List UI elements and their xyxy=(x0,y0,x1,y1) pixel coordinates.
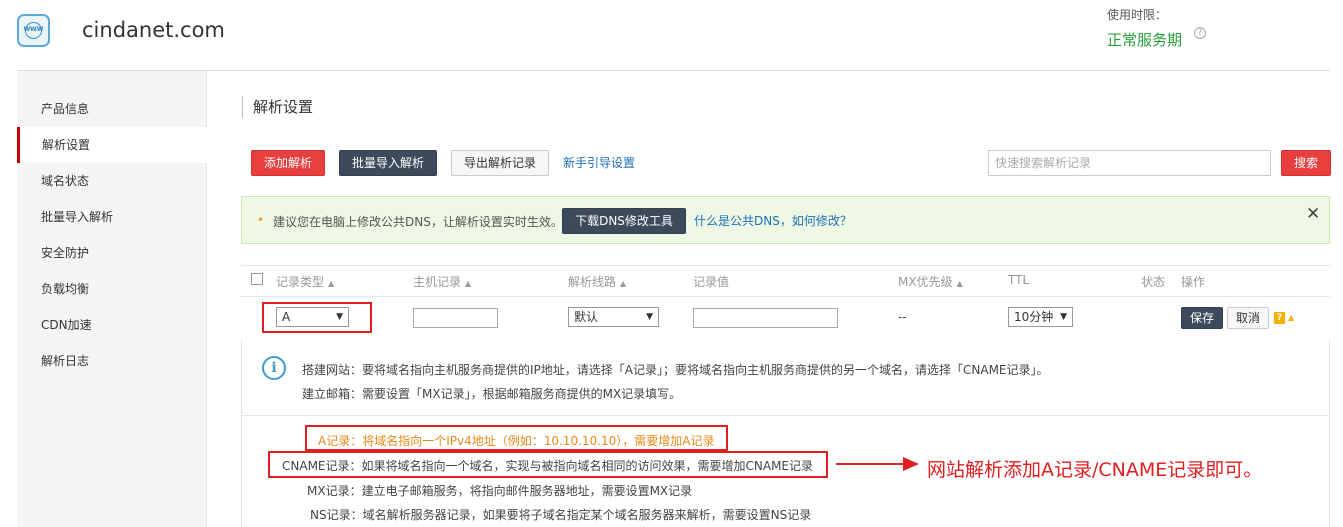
notice-text: 建议您在电脑上修改公共DNS，让解析设置实时生效。 xyxy=(273,215,563,229)
sidebar-item-domain-status[interactable]: 域名状态 xyxy=(17,163,207,199)
header-divider xyxy=(17,70,1330,71)
sidebar-item-product-info[interactable]: 产品信息 xyxy=(17,91,207,127)
sort-up-icon: ▲ xyxy=(620,279,627,288)
logo-text: WWW xyxy=(23,26,44,33)
column-header-action: 操作 xyxy=(1181,275,1206,289)
info-divider xyxy=(241,415,1330,416)
help-badge-icon[interactable]: ? xyxy=(1274,312,1285,324)
bullet-icon: • xyxy=(257,213,265,227)
mx-record-description: MX记录：建立电子邮箱服务，将指向邮件服务器地址，需要设置MX记录 xyxy=(307,484,693,498)
usage-label: 使用时限： xyxy=(1107,8,1168,22)
sidebar: 产品信息 解析设置 域名状态 批量导入解析 安全防护 负载均衡 CDN加速 解析… xyxy=(17,71,208,527)
column-header-value: 记录值 xyxy=(693,275,730,289)
column-header-mx[interactable]: MX优先级 ▲ xyxy=(898,273,963,290)
dropdown-caret-icon: ▼ xyxy=(336,312,343,322)
a-record-description: A记录：将域名指向一个IPv4地址（例如：10.10.10.10），需要增加A记… xyxy=(318,434,715,448)
sidebar-item-dns-settings[interactable]: 解析设置 xyxy=(17,127,208,163)
sidebar-item-dns-log[interactable]: 解析日志 xyxy=(17,343,207,379)
arrow-head-icon xyxy=(903,457,919,471)
info-email-line: 建立邮箱：需要设置「MX记录」，根据邮箱服务商提供的MX记录填写。 xyxy=(302,387,682,401)
download-dns-tool-button[interactable]: 下载DNS修改工具 xyxy=(562,208,686,234)
column-header-type[interactable]: 记录类型 ▲ xyxy=(276,273,334,290)
usage-status: 正常服务期 xyxy=(1107,31,1183,49)
sidebar-item-batch-import[interactable]: 批量导入解析 xyxy=(17,199,207,235)
column-header-ttl: TTL xyxy=(1008,273,1030,287)
column-header-line[interactable]: 解析线路 ▲ xyxy=(568,273,626,290)
sidebar-item-cdn[interactable]: CDN加速 xyxy=(17,307,207,343)
site-logo-icon: WWW xyxy=(17,14,50,47)
dropdown-caret-icon: ▼ xyxy=(646,312,653,322)
sidebar-item-security[interactable]: 安全防护 xyxy=(17,235,207,271)
sort-up-icon: ▲ xyxy=(956,279,963,288)
cancel-button[interactable]: 取消 xyxy=(1227,307,1269,329)
ns-record-description: NS记录：域名解析服务器记录，如果要将子域名指定某个域名服务器来解析，需要设置N… xyxy=(310,508,812,522)
column-header-status: 状态 xyxy=(1141,275,1166,289)
select-all-checkbox[interactable] xyxy=(251,273,263,285)
domain-name: cindanet.com xyxy=(82,18,225,42)
save-button[interactable]: 保存 xyxy=(1181,307,1223,329)
record-type-select[interactable]: A ▼ xyxy=(276,307,349,327)
page-title: 解析设置 xyxy=(242,96,313,118)
arrow-right-icon xyxy=(836,463,906,465)
cname-record-description: CNAME记录：如果将域名指向一个域名，实现与被指向域名相同的访问效果，需要增加… xyxy=(282,459,814,473)
host-record-input[interactable] xyxy=(413,308,498,328)
info-circle-icon: i xyxy=(262,356,286,380)
info-website-line: 搭建网站：要将域名指向主机服务商提供的IP地址，请选择「A记录」；要将域名指向主… xyxy=(302,363,1049,377)
annotation-text: 网站解析添加A记录/CNAME记录即可。 xyxy=(927,459,1263,481)
search-button[interactable]: 搜索 xyxy=(1281,150,1331,176)
mx-priority-value: -- xyxy=(898,310,907,324)
ttl-select[interactable]: 10分钟 ▼ xyxy=(1008,307,1073,327)
search-input[interactable] xyxy=(988,150,1271,176)
sidebar-item-load-balance[interactable]: 负载均衡 xyxy=(17,271,207,307)
table-header xyxy=(241,265,1330,297)
close-icon[interactable]: ✕ xyxy=(1306,204,1320,224)
dropdown-caret-icon: ▼ xyxy=(1060,312,1067,322)
sort-up-icon: ▲ xyxy=(465,279,472,288)
sort-up-icon: ▲ xyxy=(328,279,335,288)
public-dns-help-link[interactable]: 什么是公共DNS，如何修改？ xyxy=(694,212,852,229)
guide-settings-link[interactable]: 新手引导设置 xyxy=(563,154,635,171)
export-records-button[interactable]: 导出解析记录 xyxy=(451,150,549,176)
column-header-host[interactable]: 主机记录 ▲ xyxy=(413,273,471,290)
collapse-icon[interactable]: ▲ xyxy=(1288,313,1294,322)
help-icon[interactable]: ? xyxy=(1194,27,1206,39)
dns-line-select[interactable]: 默认 ▼ xyxy=(568,307,659,327)
batch-import-button[interactable]: 批量导入解析 xyxy=(339,150,437,176)
add-record-button[interactable]: 添加解析 xyxy=(251,150,325,176)
record-value-input[interactable] xyxy=(693,308,838,328)
